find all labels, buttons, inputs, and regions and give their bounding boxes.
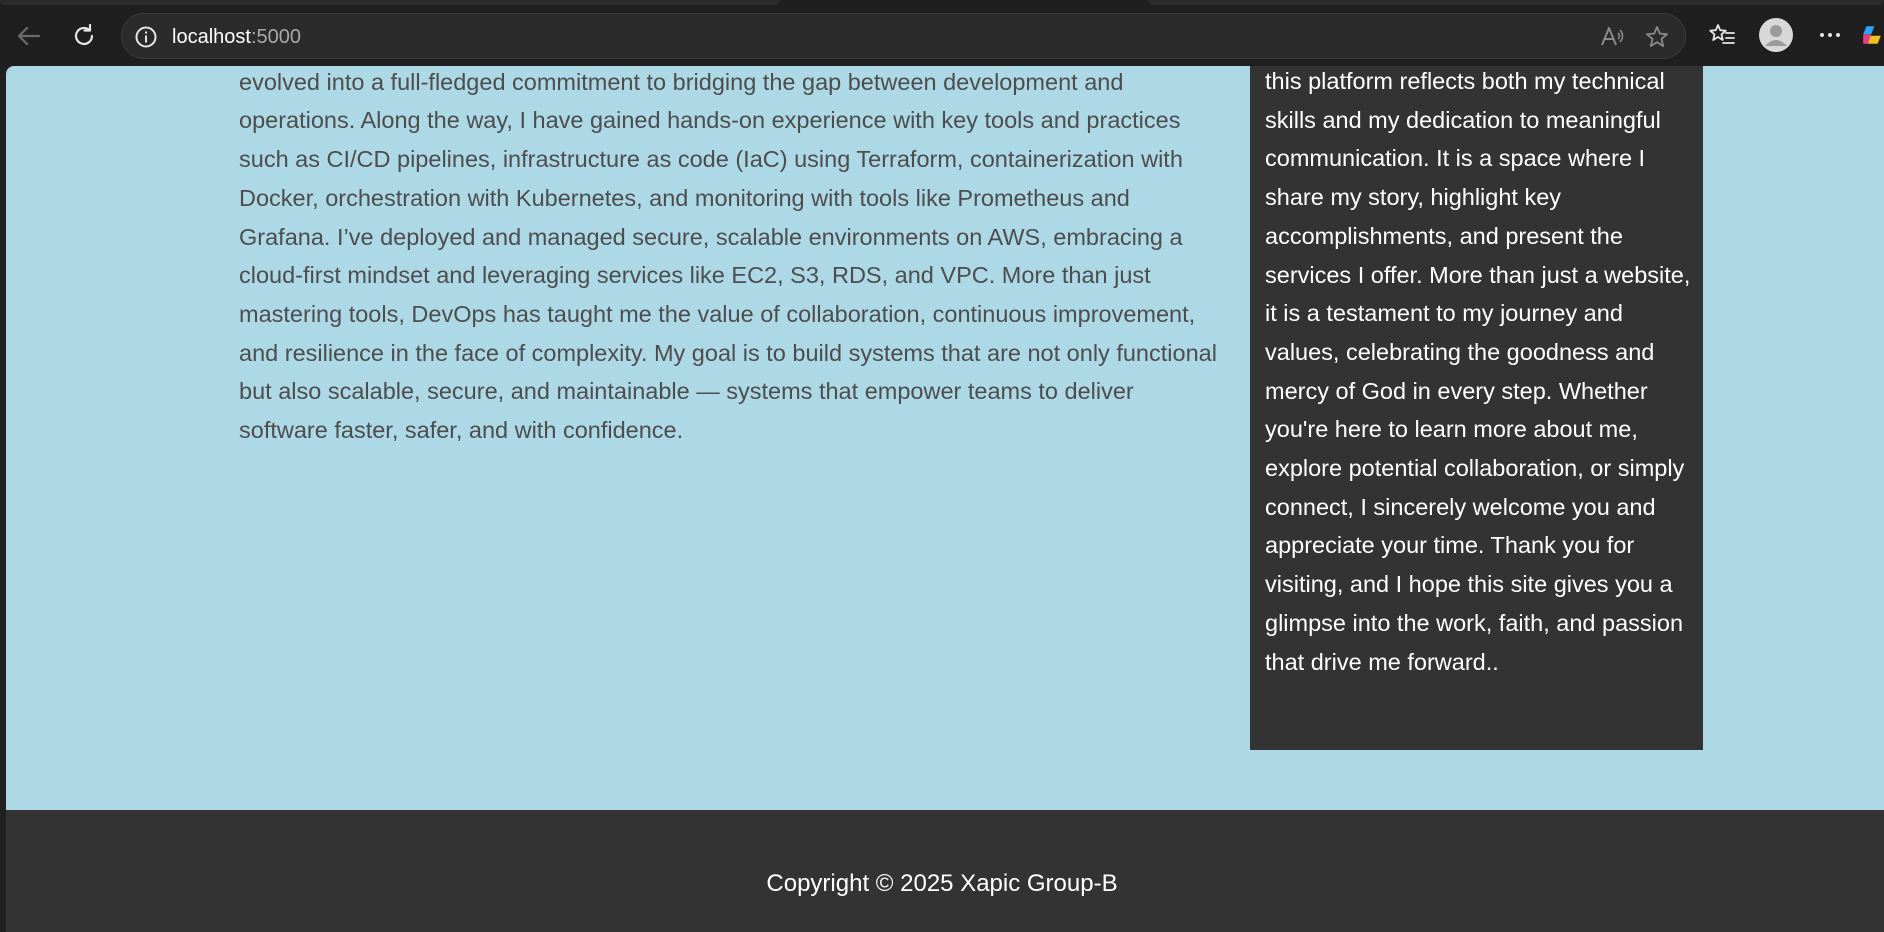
url-text[interactable]: localhost:5000 [172,26,301,49]
intro-sidebar-text: this platform reflects both my technical… [1265,68,1691,675]
site-info-icon[interactable] [134,25,158,49]
more-menu-button[interactable] [1810,15,1850,55]
footer: Copyright © 2025 Xapic Group-B [6,810,1884,932]
page-content: operate seamlessly at scale. What starte… [6,66,1884,810]
address-bar[interactable]: localhost:5000 [121,13,1686,59]
copyright-text: Copyright © 2025 Xapic Group-B [766,870,1118,897]
refresh-button[interactable] [66,18,102,54]
add-favorite-star-icon[interactable] [1644,24,1670,50]
profile-button[interactable] [1756,15,1796,55]
tab-strip-edge [0,0,780,5]
copilot-button[interactable] [1860,15,1884,55]
back-arrow-icon [17,26,41,46]
read-aloud-icon[interactable] [1599,24,1625,50]
url-host: localhost [172,26,251,48]
browser-toolbar: localhost:5000 [0,0,1884,66]
more-menu-icon [1820,33,1840,37]
intro-sidebar-panel: this platform reflects both my technical… [1250,66,1703,750]
copilot-icon [1863,26,1881,44]
about-devops-paragraph: operate seamlessly at scale. What starte… [239,68,1217,444]
favorites-icon [1709,24,1735,44]
favorites-button[interactable] [1702,15,1742,55]
refresh-icon [74,23,94,45]
profile-avatar-icon [1759,18,1793,52]
back-button[interactable] [11,18,47,54]
url-port: :5000 [250,26,301,48]
tab-strip-edge-right [1148,0,1884,5]
